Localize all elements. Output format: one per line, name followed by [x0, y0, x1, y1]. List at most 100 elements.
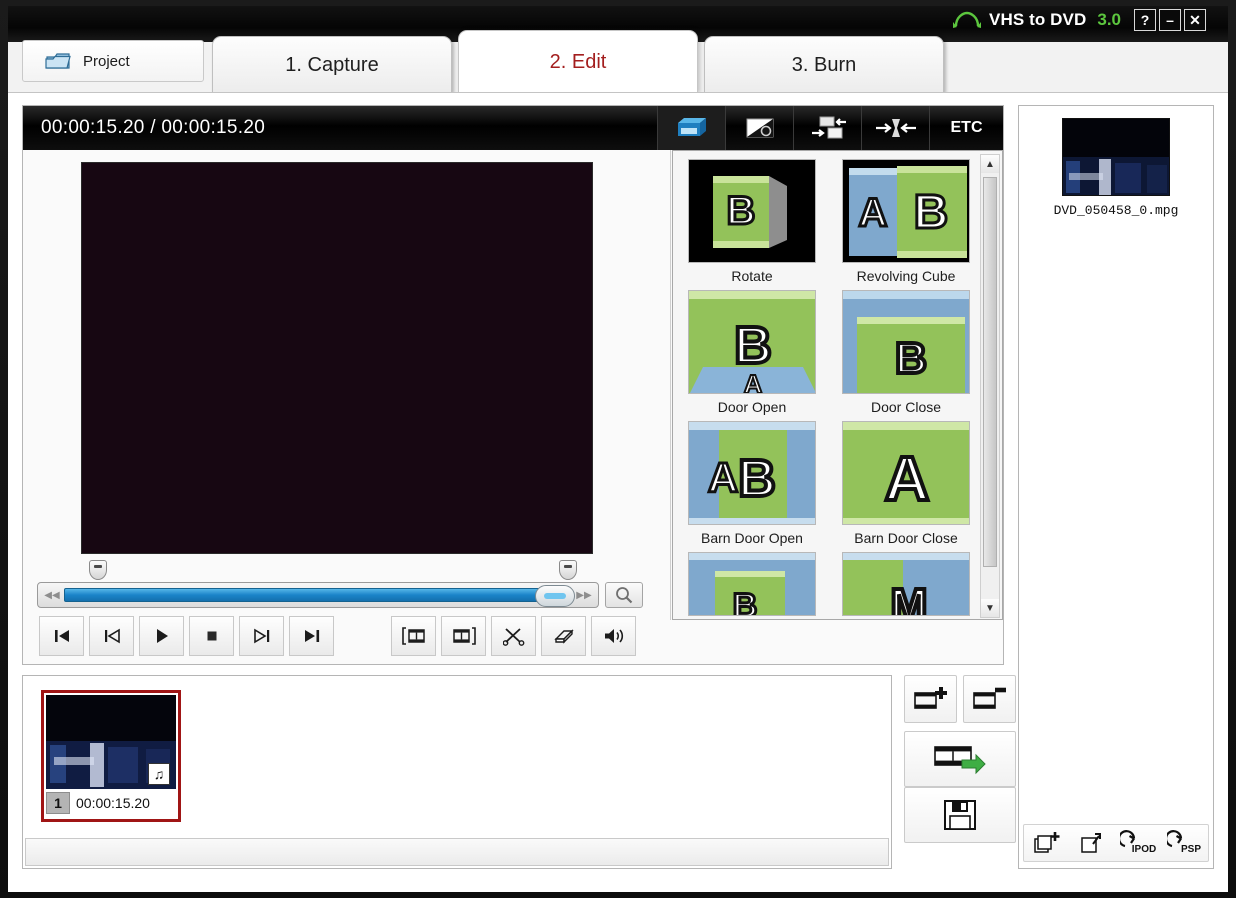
erase-button[interactable] [541, 616, 586, 656]
transport-controls [39, 614, 659, 658]
transition-label: Revolving Cube [857, 268, 956, 284]
transition-item-door-open[interactable]: B A Door Open [679, 290, 825, 415]
go-to-end-button[interactable] [289, 616, 334, 656]
pan-zoom-tool-button[interactable] [793, 106, 861, 150]
svg-text:IPOD: IPOD [1132, 844, 1156, 855]
magnifier-icon [614, 585, 634, 605]
transition-thumb: B [688, 552, 816, 616]
transition-item-rotate[interactable]: B Rotate [679, 159, 825, 284]
chevron-up-icon[interactable]: ▲ [981, 155, 999, 173]
move-frames-icon [808, 115, 848, 141]
transition-thumb: A [842, 421, 970, 525]
transition-thumb: M [842, 552, 970, 616]
transition-item-partial-right[interactable]: M [833, 552, 979, 617]
transitions-grid: B Rotate [677, 155, 981, 617]
storyboard-clip[interactable]: ♫ 1 00:00:15.20 [41, 690, 181, 822]
project-button[interactable]: Project [22, 40, 204, 82]
media-bin-panel: DVD_050458_0.mpg [1018, 105, 1214, 869]
svg-text:A: A [859, 191, 888, 235]
export-ipod-button[interactable]: IPOD [1119, 827, 1159, 859]
cut-button[interactable] [491, 616, 536, 656]
remove-clip-button[interactable] [963, 675, 1016, 723]
export-psp-button[interactable]: PSP [1165, 827, 1205, 859]
transition-label: Door Close [871, 399, 941, 415]
chevron-down-icon[interactable]: ▼ [981, 599, 999, 617]
go-to-start-button[interactable] [39, 616, 84, 656]
scrub-row: ◀◀ ▶▶ [37, 580, 657, 610]
zoom-timeline-button[interactable] [605, 582, 643, 608]
save-project-button[interactable] [904, 787, 1016, 843]
clip-thumbnail: ♫ [46, 695, 176, 789]
tab-capture[interactable]: 1. Capture [212, 36, 452, 94]
transitions-tool-button[interactable] [657, 106, 725, 150]
volume-button[interactable] [591, 616, 636, 656]
svg-text:B: B [733, 587, 758, 616]
svg-text:B: B [727, 189, 756, 233]
tab-strip: Project 1. Capture 2. Edit 3. Burn [8, 28, 1228, 94]
editor-panel: 00:00:15.20 / 00:00:15.20 [22, 105, 1004, 665]
next-frame-button[interactable] [239, 616, 284, 656]
transitions-scrollbar[interactable]: ▲ ▼ [980, 154, 1000, 618]
window-inner: VHS to DVD 3.0 ? – ✕ Project 1. Capture … [8, 6, 1228, 892]
trim-arrows-icon [874, 116, 918, 140]
timecode-display: 00:00:15.20 / 00:00:15.20 [23, 117, 265, 139]
fastforward-icon[interactable]: ▶▶ [573, 586, 595, 604]
transitions-panel: B Rotate [672, 150, 1003, 620]
transition-item-revolving-cube[interactable]: A B Revolving Cube [833, 159, 979, 284]
clip-action-buttons [904, 675, 1016, 869]
export-media-button[interactable] [1073, 827, 1113, 859]
svg-text:B: B [738, 450, 776, 508]
transition-thumb: B A [688, 290, 816, 394]
transition-thumb: A B [842, 159, 970, 263]
transition-thumb: B [688, 159, 816, 263]
mark-in-button[interactable] [391, 616, 436, 656]
storyboard-horizontal-scrollbar[interactable] [25, 838, 889, 866]
svg-text:B: B [734, 317, 772, 375]
svg-text:B: B [895, 334, 927, 383]
transition-item-partial-left[interactable]: B [679, 552, 825, 617]
application-window: VHS to DVD 3.0 ? – ✕ Project 1. Capture … [0, 0, 1236, 898]
app-title: VHS to DVD [989, 10, 1086, 30]
add-clip-button[interactable] [904, 675, 957, 723]
rewind-icon[interactable]: ◀◀ [41, 586, 63, 604]
tab-edit[interactable]: 2. Edit [458, 30, 698, 94]
media-bin-item[interactable]: DVD_050458_0.mpg [1033, 118, 1199, 218]
svg-text:M: M [891, 580, 928, 616]
tab-burn[interactable]: 3. Burn [704, 36, 944, 94]
svg-text:A: A [744, 369, 763, 394]
etc-tool-button[interactable]: ETC [929, 106, 1003, 150]
video-preview-surface[interactable] [81, 162, 593, 554]
transition-label: Barn Door Close [854, 530, 958, 546]
media-thumbnail [1062, 118, 1170, 196]
transition-item-barn-door-open[interactable]: A B Barn Door Open [679, 421, 825, 546]
mark-out-button[interactable] [441, 616, 486, 656]
stop-button[interactable] [189, 616, 234, 656]
workflow-tabs: 1. Capture 2. Edit 3. Burn [212, 28, 950, 94]
transition-label: Door Open [718, 399, 786, 415]
fade-contrast-icon [745, 116, 775, 140]
transition-item-door-close[interactable]: B Door Close [833, 290, 979, 415]
previous-frame-button[interactable] [89, 616, 134, 656]
storyboard-strip: ♫ 1 00:00:15.20 [25, 678, 889, 836]
clip-duration: 00:00:15.20 [76, 795, 150, 811]
trim-out-handle[interactable] [559, 560, 577, 580]
music-note-icon: ♫ [148, 763, 170, 785]
trim-tool-button[interactable] [861, 106, 929, 150]
play-button[interactable] [139, 616, 184, 656]
media-bin-toolbar: IPOD PSP [1023, 824, 1209, 862]
svg-text:B: B [914, 186, 949, 239]
transition-item-barn-door-close[interactable]: A Barn Door Close [833, 421, 979, 546]
svg-text:A: A [885, 445, 930, 514]
scrollbar-thumb[interactable] [983, 177, 997, 567]
export-movie-button[interactable] [904, 731, 1016, 787]
transition-thumb: A B [688, 421, 816, 525]
scrub-thumb[interactable] [535, 585, 575, 607]
video-effects-tool-button[interactable] [725, 106, 793, 150]
preview-tool-buttons: ETC [657, 106, 1003, 150]
trim-in-handle[interactable] [89, 560, 107, 580]
transition-thumb: B [842, 290, 970, 394]
clip-index: 1 [46, 792, 70, 814]
scrub-bar[interactable]: ◀◀ ▶▶ [37, 582, 599, 608]
add-media-button[interactable] [1027, 827, 1067, 859]
svg-text:A: A [708, 454, 738, 501]
